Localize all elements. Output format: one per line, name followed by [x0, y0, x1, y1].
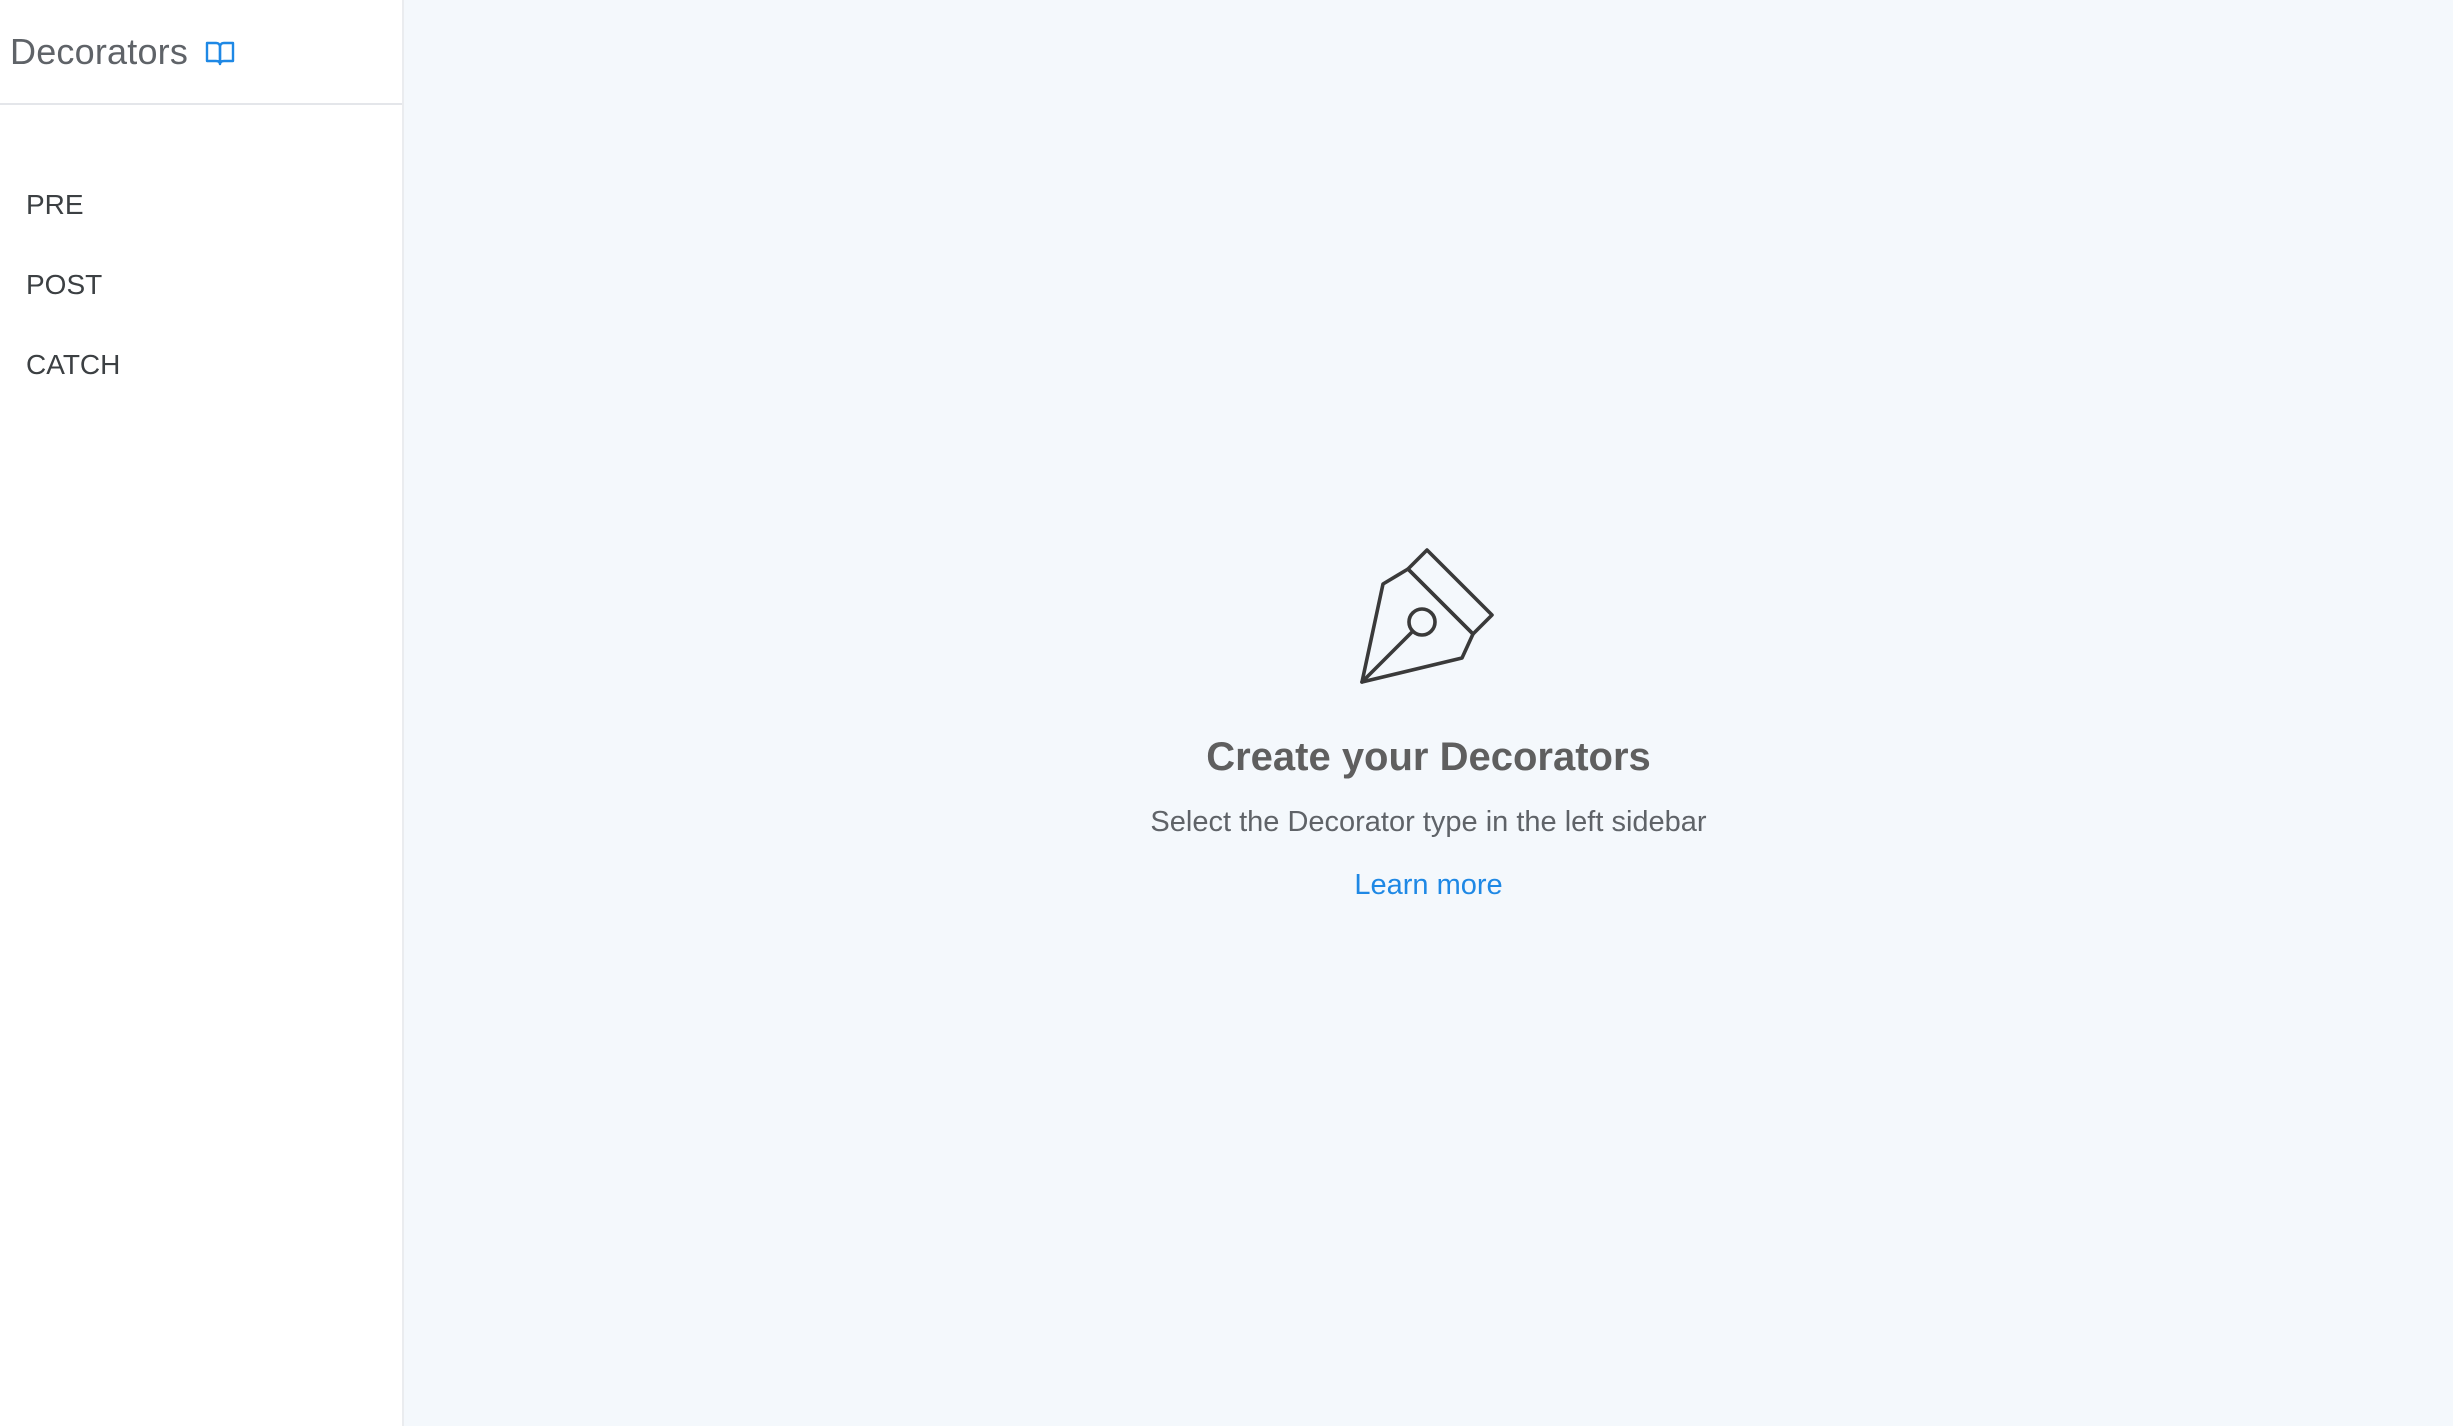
empty-state: Create your Decorators Select the Decora…	[404, 546, 2453, 902]
empty-state-subtitle: Select the Decorator type in the left si…	[1150, 806, 1707, 838]
decorator-type-nav: PRE POST CATCH	[0, 105, 402, 405]
sidebar-item-post[interactable]: POST	[0, 245, 402, 325]
sidebar-title: Decorators	[10, 30, 189, 72]
sidebar-item-label: POST	[26, 269, 103, 300]
main-content: Create your Decorators Select the Decora…	[404, 0, 2453, 1426]
sidebar: Decorators PRE POST CATCH	[0, 0, 404, 1426]
sidebar-item-label: CATCH	[26, 349, 121, 380]
sidebar-item-catch[interactable]: CATCH	[0, 325, 402, 405]
learn-more-link[interactable]: Learn more	[1354, 869, 1502, 902]
book-open-icon[interactable]	[205, 40, 235, 66]
sidebar-header: Decorators	[0, 0, 402, 105]
empty-state-title: Create your Decorators	[1206, 735, 1651, 779]
sidebar-item-pre[interactable]: PRE	[0, 165, 402, 245]
sidebar-item-label: PRE	[26, 189, 84, 220]
pen-nib-icon	[1356, 546, 1506, 693]
